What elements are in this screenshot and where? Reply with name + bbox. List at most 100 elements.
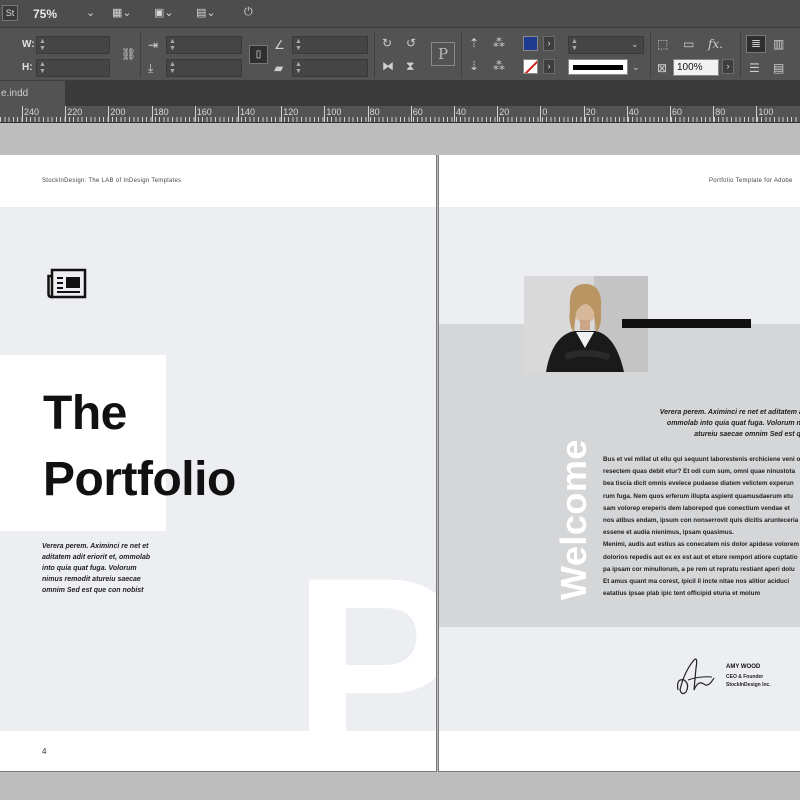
ruler-major-tick: [238, 106, 239, 122]
body-text-frame[interactable]: Bus et vel millat ut ellu qui sequunt la…: [603, 454, 800, 600]
control-panel: W: ▲ ▼ H: ▲ ▼ ⛓ ⇥ ▲ ▼ ⤓ ▲ ▼ ▯ ∠ ▲ ▼ ▰ ▲ ▼ ↻ ↺ …: [0, 28, 800, 81]
title-line-2: Portfolio: [43, 453, 236, 506]
ruler-major-tick: [65, 106, 67, 122]
quote-line: Verera perem. Aximinci re net et aditate…: [659, 409, 800, 416]
screen-mode-icon[interactable]: ▣⌄: [154, 6, 174, 19]
signer-role-line: CEO & Founder: [726, 674, 764, 680]
flip-horizontal-icon[interactable]: ⧓: [382, 59, 394, 73]
height-field[interactable]: ▲ ▼: [36, 59, 110, 77]
scale-x-icon[interactable]: ⇥: [148, 38, 158, 52]
divider: [740, 32, 741, 78]
stroke-type-selector[interactable]: [568, 59, 628, 75]
divider: [650, 32, 651, 78]
right-page[interactable]: Portfolio Template for Adobe Welcome Ver…: [438, 155, 800, 772]
flip-indicator-button[interactable]: P: [431, 42, 455, 66]
body-line: rum fuga. Nem quos erferum illupta aspie…: [603, 492, 793, 500]
left-page[interactable]: StockInDesign: The LAB of InDesign Templ…: [0, 155, 437, 772]
ruler-major-tick: [756, 106, 758, 122]
ruler-label: 20: [585, 107, 596, 117]
height-label: H:: [22, 62, 33, 73]
newspaper-icon: [47, 268, 87, 299]
flip-vertical-icon[interactable]: ⧗: [406, 59, 414, 73]
stroke-swatch[interactable]: [523, 59, 538, 74]
right-page-header: Portfolio Template for Adobe: [709, 178, 793, 184]
quote-line: atureiu saecae omnim Sed est que: [694, 431, 800, 438]
width-label: W:: [22, 39, 35, 50]
welcome-heading[interactable]: Welcome: [553, 439, 594, 600]
align-justify-icon[interactable]: ▤: [773, 61, 784, 75]
select-container-icon[interactable]: ⇡: [469, 36, 479, 50]
scale-x-field[interactable]: ▲ ▼: [166, 36, 242, 54]
constrain-scale-icon[interactable]: ▯: [249, 45, 268, 64]
ruler-major-tick: [626, 106, 628, 122]
pull-quote[interactable]: Verera perem. Aximinci re net et aditate…: [639, 407, 800, 440]
body-line: Et amus quant ma corest, ipicil il incte…: [603, 578, 790, 586]
divider: [140, 32, 141, 78]
rotate-counterclockwise-icon[interactable]: ↺: [406, 36, 416, 50]
constrain-proportions-icon[interactable]: ⛓: [121, 47, 136, 61]
opacity-field[interactable]: 100%: [673, 59, 719, 76]
signer-name: AMY WOOD: [726, 664, 761, 670]
ruler-major-tick: [713, 106, 715, 122]
ruler-label: 200: [110, 107, 126, 117]
zoom-dropdown-chevron-icon[interactable]: ⌄: [86, 6, 95, 19]
stroke-weight-field[interactable]: ▲ ▼ ⌄: [568, 36, 644, 54]
indesign-window: St 75% ⌄ ▦⌄ ▣⌄ ▤⌄ ⏻ W: ▲ ▼ H: ▲ ▼ ⛓ ⇥ ▲ ▼ ⤓…: [0, 0, 800, 800]
align-bottom-icon[interactable]: ☰: [749, 61, 760, 75]
zoom-level[interactable]: 75%: [33, 7, 57, 21]
fill-swatch[interactable]: [523, 36, 538, 51]
quote-line: ommolab into quia quat fuga. Volorum nim: [666, 420, 800, 427]
select-content-icon[interactable]: ⇣: [469, 59, 479, 73]
opacity-menu-icon[interactable]: ›: [722, 59, 734, 74]
select-previous-object-icon[interactable]: ⁂: [493, 36, 505, 50]
application-bar: St 75% ⌄ ▦⌄ ▣⌄ ▤⌄ ⏻: [0, 0, 800, 28]
body-line: essene et audia nienimus, ipsam quasimus…: [603, 529, 734, 537]
document-tab[interactable]: e.indd: [0, 81, 65, 106]
ruler-label: 40: [628, 107, 639, 117]
intro-paragraph[interactable]: Verera perem. Aximinci re net et aditate…: [42, 541, 154, 596]
page-title[interactable]: The Portfolio: [43, 381, 236, 513]
body-line: nos atibus endam, ipsum con nonserrovit …: [603, 517, 800, 525]
ruler-label: 80: [369, 107, 380, 117]
arrange-documents-icon[interactable]: ▤⌄: [196, 6, 216, 19]
ruler-major-tick: [151, 106, 153, 122]
ruler-label: 60: [672, 107, 683, 117]
scale-y-field[interactable]: ▲ ▼: [166, 59, 242, 77]
signer-role: CEO & Founder StockInDesign Inc.: [726, 673, 771, 689]
app-logo[interactable]: St: [2, 5, 18, 21]
ruler-label: 120: [283, 107, 299, 117]
width-field[interactable]: ▲ ▼: [36, 36, 110, 54]
ruler-label: 100: [758, 107, 774, 117]
rotation-angle-icon[interactable]: ∠: [274, 38, 285, 52]
horizontal-ruler[interactable]: 240 220 200 180 160 140 120 100 80 60 40 20 0 20 40 60 8…: [0, 106, 800, 123]
ruler-major-tick: [540, 106, 542, 122]
frame-fitting-icon[interactable]: ⬚: [657, 37, 668, 51]
ruler-major-tick: [454, 106, 455, 122]
rotation-angle-field[interactable]: ▲ ▼: [292, 36, 368, 54]
body-line: resectem quas debit etur? Et odi cum sum…: [603, 468, 796, 476]
stroke-type-chevron-icon[interactable]: ⌄: [632, 62, 640, 73]
align-top-icon[interactable]: ≣: [746, 35, 766, 53]
effects-fx-icon[interactable]: fx.: [708, 37, 723, 51]
decorative-big-letter: P: [292, 540, 436, 771]
opacity-icon[interactable]: ⊠: [657, 61, 667, 75]
publish-online-icon[interactable]: ⏻: [244, 6, 253, 19]
left-page-header: StockInDesign: The LAB of InDesign Templ…: [42, 178, 182, 184]
select-next-object-icon[interactable]: ⁂: [493, 59, 505, 73]
align-center-icon[interactable]: ▥: [773, 37, 784, 51]
shear-angle-icon[interactable]: ▰: [274, 61, 283, 75]
rotate-clockwise-icon[interactable]: ↻: [382, 36, 392, 50]
ruler-major-tick: [108, 106, 110, 122]
body-line: dolorios repedis aut ex ex est aut et et…: [603, 553, 798, 561]
fill-swatch-menu-icon[interactable]: ›: [543, 36, 555, 51]
view-options-icon[interactable]: ▦⌄: [112, 6, 132, 19]
shear-angle-field[interactable]: ▲ ▼: [292, 59, 368, 77]
document-tab-bar: e.indd: [0, 81, 800, 106]
stroke-swatch-menu-icon[interactable]: ›: [543, 59, 555, 74]
body-line: pa ipsam cor minullorum, a pe rem ut rep…: [603, 565, 795, 573]
drop-shadow-icon[interactable]: ▭: [683, 37, 694, 51]
ruler-label: 240: [24, 107, 40, 117]
scale-y-icon[interactable]: ⤓: [148, 61, 153, 75]
ruler-label: 140: [240, 107, 256, 117]
ruler-label: 100: [326, 107, 342, 117]
